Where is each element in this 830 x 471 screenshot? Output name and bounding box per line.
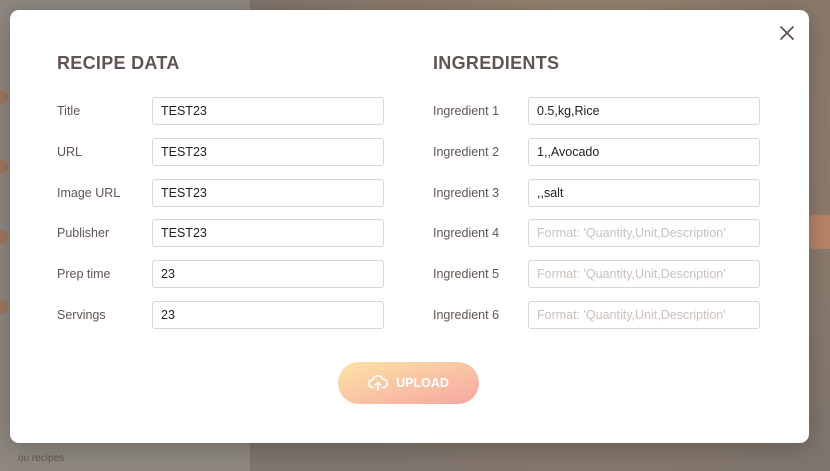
background-side-button bbox=[808, 215, 830, 249]
close-icon[interactable] bbox=[776, 22, 798, 44]
upload-button-label: UPLOAD bbox=[396, 376, 449, 390]
ingredient-field-label: Ingredient 5 bbox=[433, 267, 500, 282]
ingredient-field-input[interactable] bbox=[528, 300, 760, 329]
recipe-field-row: URL bbox=[57, 137, 387, 166]
ingredients-section: INGREDIENTS Ingredient 1Ingredient 2Ingr… bbox=[433, 52, 763, 342]
ingredient-field-input[interactable] bbox=[528, 178, 760, 207]
recipe-fields: Title URL Image URL Publisher Prep time Servi… bbox=[57, 97, 387, 329]
ingredient-field-input[interactable] bbox=[528, 260, 760, 289]
ingredient-field-input[interactable] bbox=[528, 137, 760, 166]
ingredient-field-row: Ingredient 6 bbox=[433, 300, 763, 329]
ingredient-field-row: Ingredient 4 bbox=[433, 219, 763, 248]
recipe-field-input[interactable] bbox=[152, 300, 384, 329]
ingredient-field-label: Ingredient 1 bbox=[433, 104, 500, 118]
recipe-field-input[interactable] bbox=[152, 178, 384, 207]
add-recipe-modal: RECIPE DATA Title URL Image URL Publisher Pr… bbox=[10, 10, 809, 443]
recipe-data-heading: RECIPE DATA bbox=[57, 53, 180, 73]
ingredient-fields: Ingredient 1 Ingredient 2 Ingredient 3 Ingr… bbox=[433, 97, 763, 329]
background-footer-text: ou recipes bbox=[18, 453, 65, 464]
ingredient-field-input[interactable] bbox=[528, 219, 760, 248]
ingredient-field-row: Ingredient 5 bbox=[433, 260, 763, 289]
recipe-field-label: Prep time bbox=[57, 267, 111, 282]
recipe-field-label: Image URL bbox=[57, 185, 121, 200]
recipe-field-label: Servings bbox=[57, 307, 106, 322]
upload-button[interactable]: UPLOAD bbox=[338, 362, 479, 404]
ingredient-field-label: Ingredient 4 bbox=[433, 226, 500, 241]
recipe-field-label: URL bbox=[57, 144, 83, 159]
recipe-field-row: Servings bbox=[57, 300, 387, 329]
recipe-field-label: Publisher bbox=[57, 226, 110, 241]
recipe-field-row: Prep time bbox=[57, 260, 387, 289]
recipe-data-section: RECIPE DATA Title URL Image URL Publisher Pr… bbox=[57, 52, 387, 342]
ingredient-field-row: Ingredient 2 bbox=[433, 137, 763, 166]
ingredient-field-input[interactable] bbox=[528, 97, 760, 125]
ingredient-field-label: Ingredient 6 bbox=[433, 307, 500, 322]
recipe-field-label: Title bbox=[57, 104, 81, 118]
ingredient-field-row: Ingredient 3 bbox=[433, 178, 763, 207]
ingredient-field-label: Ingredient 2 bbox=[433, 144, 500, 159]
cloud-upload-icon bbox=[368, 374, 389, 392]
ingredient-field-label: Ingredient 3 bbox=[433, 185, 500, 200]
recipe-field-input[interactable] bbox=[152, 260, 384, 289]
recipe-field-input[interactable] bbox=[152, 97, 384, 125]
ingredient-field-row: Ingredient 1 bbox=[433, 97, 763, 125]
recipe-field-row: Title bbox=[57, 97, 387, 125]
recipe-field-row: Image URL bbox=[57, 178, 387, 207]
recipe-field-input[interactable] bbox=[152, 219, 384, 248]
ingredients-heading: INGREDIENTS bbox=[433, 53, 560, 73]
recipe-field-row: Publisher bbox=[57, 219, 387, 248]
recipe-field-input[interactable] bbox=[152, 137, 384, 166]
